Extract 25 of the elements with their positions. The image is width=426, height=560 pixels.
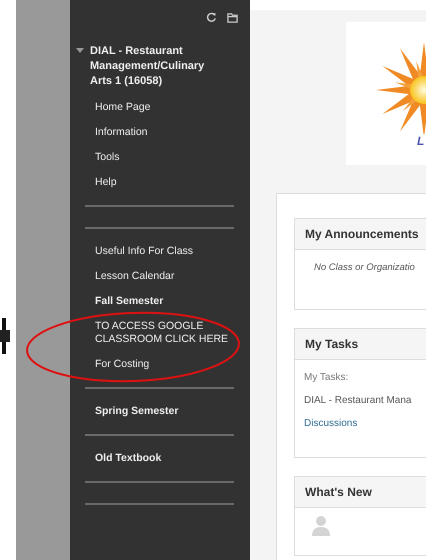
refresh-icon[interactable] (206, 12, 217, 23)
menu-link[interactable]: Useful Info For Class (85, 239, 245, 264)
logo-text: L (417, 134, 424, 148)
task-course: DIAL - Restaurant Mana (304, 395, 412, 406)
bar-mark-icon (0, 318, 10, 354)
module-header: What's New (295, 477, 426, 508)
menu-heading[interactable]: Spring Semester (85, 399, 245, 424)
menu-heading[interactable]: Old Textbook (85, 446, 245, 471)
avatar-icon (310, 514, 332, 536)
menu-link[interactable]: Tools (85, 145, 245, 170)
menu-link[interactable]: Help (85, 170, 245, 195)
menu-link[interactable]: Lesson Calendar (85, 264, 245, 289)
expand-triangle-icon[interactable] (76, 48, 84, 54)
menu-link[interactable]: For Costing (85, 352, 245, 377)
course-title[interactable]: DIAL - Restaurant Management/Culinary Arts 1 (16058) (90, 44, 220, 89)
module-header: My Announcements (295, 219, 426, 250)
tasks-label: My Tasks: (304, 372, 350, 383)
menu-heading[interactable]: Fall Semester (85, 289, 245, 314)
menu-link[interactable]: Home Page (85, 95, 245, 120)
discussions-link[interactable]: Discussions (304, 418, 358, 429)
empty-message: No Class or Organizatio (313, 262, 416, 273)
folder-icon[interactable] (227, 12, 238, 23)
module-header: My Tasks (295, 329, 426, 360)
menu-link[interactable]: Information (85, 120, 245, 145)
menu-link[interactable]: TO ACCESS GOOGLE CLASSROOM CLICK HERE (85, 314, 245, 352)
